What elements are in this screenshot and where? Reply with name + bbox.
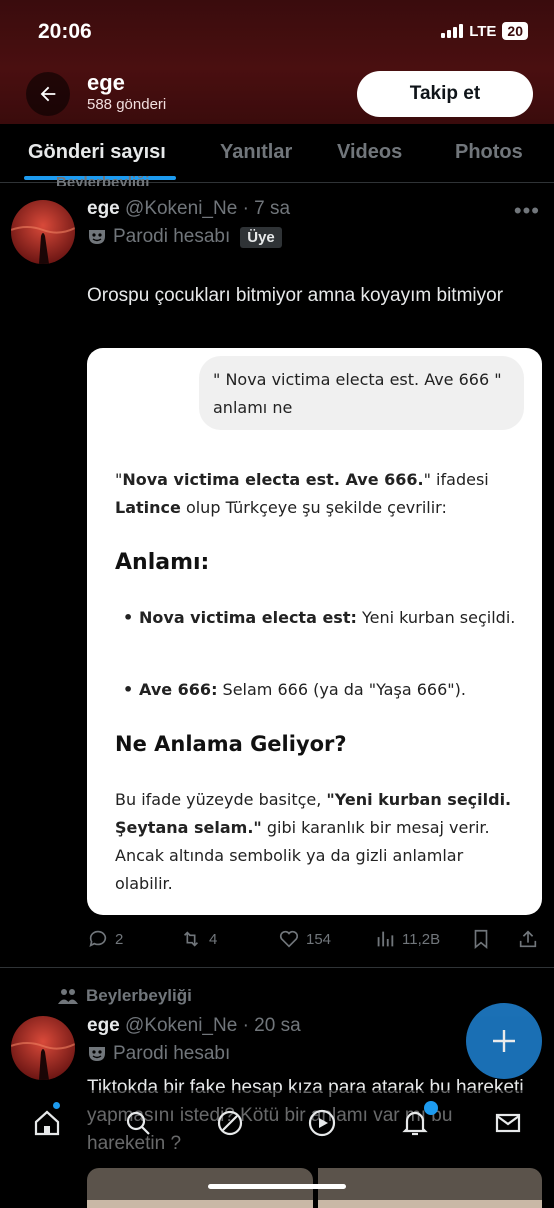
grok-icon[interactable]	[215, 1108, 245, 1138]
bookmark-icon	[474, 929, 488, 950]
reply-icon	[89, 930, 107, 947]
reply-button[interactable]: 2	[87, 928, 123, 950]
tweet-meta: ege @Kokeni_Ne · 7 sa	[87, 198, 290, 220]
play-icon[interactable]	[307, 1108, 337, 1138]
post-count: 588 gönderi	[87, 96, 167, 113]
like-button[interactable]: 154	[278, 928, 331, 950]
user-question-bubble: " Nova victima electa est. Ave 666 " anl…	[199, 356, 524, 430]
tweet-actions: 2 4 154 11,2B	[87, 926, 542, 956]
tweet-time: · 7 sa	[242, 198, 291, 219]
reply-count: 2	[115, 930, 124, 948]
tweet-divider	[0, 967, 554, 968]
battery-icon: 20	[502, 22, 528, 40]
tab-photos[interactable]: Photos	[455, 141, 523, 164]
parody-badge: Parodi hesabı Üye	[87, 226, 282, 248]
parody-label: Parodi hesabı	[113, 226, 231, 247]
member-badge: Üye	[240, 226, 282, 248]
heading-interpretation: Ne Anlama Geliyor?	[115, 732, 347, 756]
compose-button[interactable]	[466, 1003, 542, 1079]
author-handle[interactable]: @Kokeni_Ne	[125, 1015, 237, 1036]
plus-icon	[493, 1030, 515, 1052]
more-options-icon[interactable]: •••	[514, 198, 540, 224]
search-icon[interactable]	[123, 1108, 153, 1138]
network-label: LTE	[469, 22, 497, 40]
social-context-partial: Beylerbeyliği	[56, 174, 150, 186]
views-icon	[377, 931, 394, 947]
tab-videos[interactable]: Videos	[337, 141, 402, 164]
tab-replies[interactable]: Yanıtlar	[220, 141, 292, 164]
like-count: 154	[306, 930, 332, 948]
mask-icon	[89, 1047, 105, 1061]
author-handle[interactable]: @Kokeni_Ne	[125, 198, 237, 219]
home-icon[interactable]	[32, 1108, 62, 1138]
retweet-icon	[183, 931, 199, 947]
intro-paragraph: "Nova victima electa est. Ave 666." ifad…	[115, 470, 489, 517]
notification-dot	[53, 1102, 60, 1109]
tweet-meta: ege @Kokeni_Ne · 20 sa	[87, 1015, 301, 1037]
status-time: 20:06	[38, 20, 92, 43]
mail-icon[interactable]	[493, 1108, 523, 1138]
social-context[interactable]: Beylerbeyliği	[58, 986, 192, 1006]
bullet-item: Nova victima electa est: Yeni kurban seç…	[123, 604, 529, 632]
tab-posts[interactable]: Gönderi sayısı	[28, 141, 166, 164]
social-context-label: Beylerbeyliği	[86, 986, 192, 1005]
arrow-left-icon	[40, 86, 56, 102]
tweet-text: Orospu çocukları bitmiyor amna koyayım b…	[87, 285, 504, 306]
interpretation-paragraph: Bu ifade yüzeyde basitçe, "Yeni kurban s…	[115, 790, 512, 893]
community-icon	[58, 989, 78, 1004]
share-icon	[519, 930, 537, 948]
views-button[interactable]: 11,2B	[374, 928, 440, 950]
parody-label: Parodi hesabı	[113, 1043, 231, 1064]
back-button[interactable]	[26, 72, 70, 116]
avatar[interactable]	[11, 200, 75, 264]
bullet-item: Ave 666: Selam 666 (ya da "Yaşa 666").	[123, 676, 529, 704]
parody-badge: Parodi hesabı	[87, 1043, 230, 1065]
share-button[interactable]	[517, 928, 539, 950]
signal-icon	[441, 24, 464, 38]
avatar[interactable]	[11, 1016, 75, 1080]
profile-name: ege	[87, 70, 125, 95]
follow-button[interactable]: Takip et	[357, 71, 533, 117]
status-indicators: LTE 20	[441, 22, 528, 40]
heading-meaning: Anlamı:	[115, 550, 210, 575]
heart-icon	[279, 930, 299, 948]
bookmark-button[interactable]	[471, 928, 491, 950]
retweet-count: 4	[209, 930, 218, 948]
notification-badge	[424, 1101, 438, 1115]
author-name[interactable]: ege	[87, 1015, 120, 1036]
retweet-button[interactable]: 4	[179, 928, 217, 950]
views-count: 11,2B	[402, 930, 441, 948]
attached-image-card[interactable]: " Nova victima electa est. Ave 666 " anl…	[87, 348, 542, 915]
mask-icon	[89, 230, 105, 244]
home-indicator	[208, 1184, 346, 1189]
tweet-time: · 20 sa	[242, 1015, 301, 1036]
author-name[interactable]: ege	[87, 198, 120, 219]
profile-header: 20:06 LTE 20 ege 588 gönderi Takip et	[0, 0, 554, 124]
